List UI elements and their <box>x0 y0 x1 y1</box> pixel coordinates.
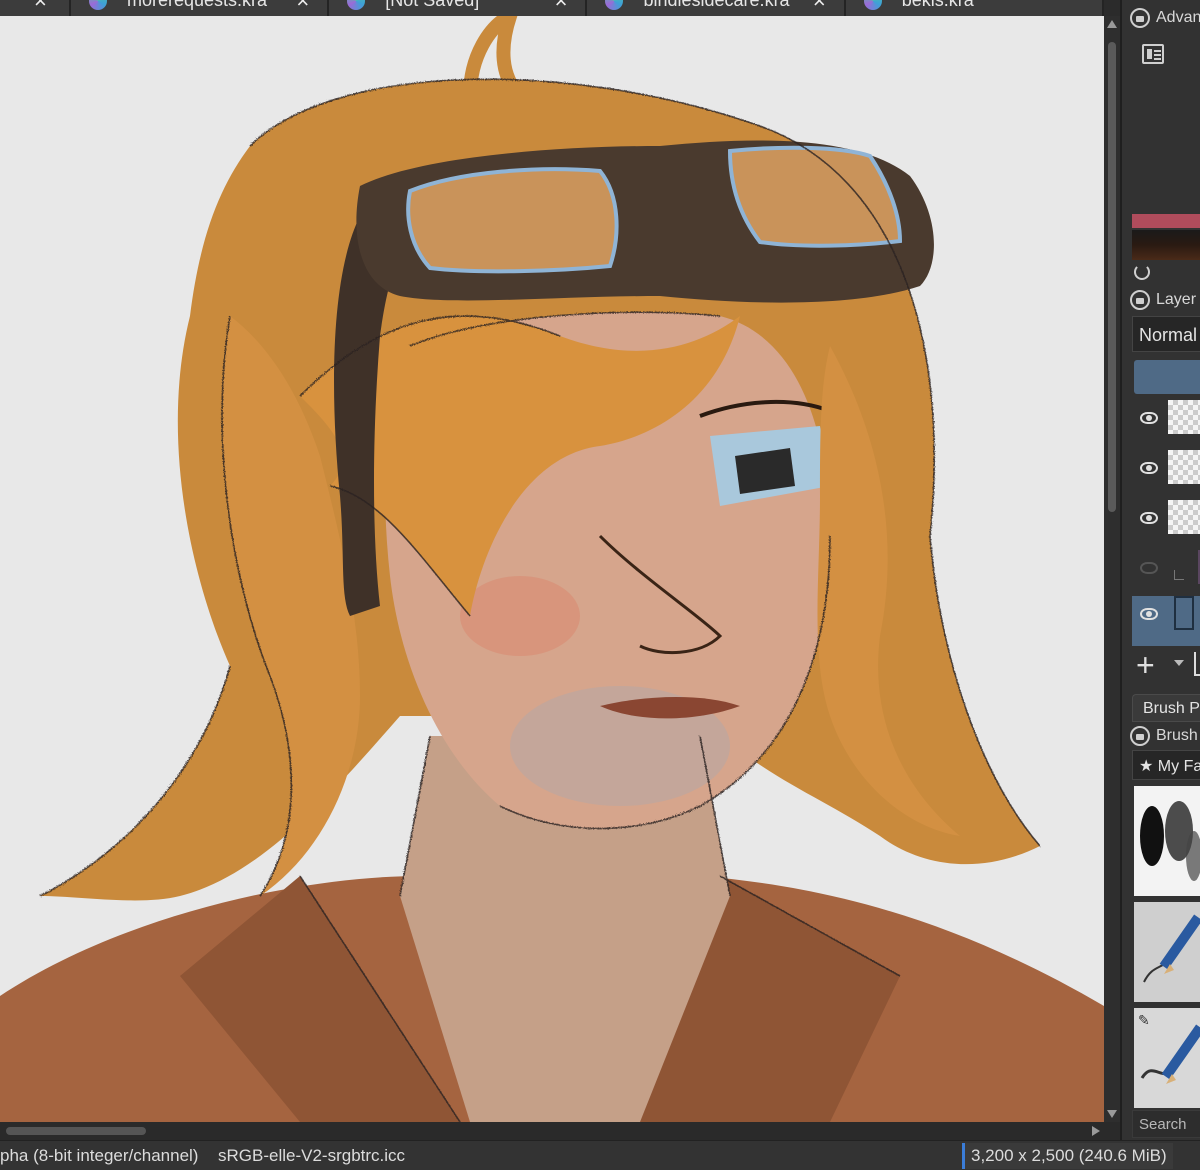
layer-thumbnail <box>1168 400 1200 434</box>
foreground-color-swatch[interactable] <box>1132 214 1200 228</box>
layer-thumbnail <box>1168 500 1200 534</box>
eye-icon[interactable] <box>1140 512 1158 524</box>
cheek-blush <box>460 576 580 656</box>
tab-label: morerequests.kra <box>126 0 268 10</box>
artwork-illustration <box>0 16 1104 1122</box>
docker-title: Layer <box>1156 291 1197 308</box>
krita-document-icon <box>88 0 107 10</box>
child-indent <box>1174 570 1184 580</box>
close-tab-icon[interactable]: × <box>296 0 309 12</box>
brush-presets-header[interactable]: Brush <box>1130 726 1198 746</box>
tab-label: [Not Saved] <box>385 0 480 10</box>
tab-label: bekis.kra <box>901 0 974 10</box>
chevron-down-icon[interactable] <box>1174 660 1184 666</box>
advanced-color-selector-header[interactable]: Advan <box>1130 8 1200 28</box>
document-tab-not-saved[interactable]: [Not Saved] × <box>329 0 588 16</box>
tag-label: My Fa <box>1157 758 1200 775</box>
docker-settings-icon[interactable] <box>1142 44 1164 64</box>
star-icon: ★ <box>1139 758 1154 775</box>
layer-item[interactable] <box>1132 500 1200 550</box>
brush-preset-tile[interactable] <box>1134 786 1200 896</box>
document-tab[interactable]: × <box>0 0 71 16</box>
brush-preset-tile[interactable]: ✎ <box>1134 1008 1200 1108</box>
add-layer-button[interactable]: + <box>1136 649 1155 681</box>
layers-docker-header[interactable]: Layer <box>1130 290 1196 310</box>
document-tab-morerequests[interactable]: morerequests.kra × <box>70 0 330 16</box>
drawing-canvas[interactable] <box>0 16 1104 1122</box>
krita-document-icon <box>605 0 624 10</box>
duplicate-layer-icon[interactable] <box>1194 652 1200 676</box>
krita-document-icon <box>863 0 882 10</box>
layer-thumbnail <box>1174 596 1194 630</box>
krita-document-icon <box>347 0 366 10</box>
eye-icon[interactable] <box>1140 608 1158 620</box>
goggle-lens-left <box>406 167 619 274</box>
canvas-horizontal-scrollbar[interactable] <box>0 1122 1104 1140</box>
pencil-brush-preview <box>1143 914 1200 983</box>
docker-title: Advan <box>1156 9 1200 26</box>
layer-item-selected[interactable] <box>1132 596 1200 646</box>
docker-title: Brush <box>1156 727 1198 744</box>
blend-mode-select[interactable]: Normal <box>1132 316 1200 352</box>
eye-icon[interactable] <box>1140 412 1158 424</box>
brush-search-input[interactable]: Search <box>1132 1110 1200 1138</box>
opacity-slider[interactable] <box>1134 360 1200 394</box>
lock-icon[interactable] <box>1130 290 1150 310</box>
document-tab-bekis[interactable]: bekis.kra <box>845 0 1104 16</box>
layer-item[interactable] <box>1132 400 1200 450</box>
close-tab-icon[interactable]: × <box>34 0 47 12</box>
tag-select[interactable]: ★ My Fa <box>1132 750 1200 780</box>
scrollbar-thumb[interactable] <box>6 1127 146 1135</box>
canvas-vertical-scrollbar[interactable] <box>1104 16 1120 1122</box>
layer-thumbnail <box>1168 450 1200 484</box>
color-profile-label[interactable]: sRGB-elle-V2-srgbtrc.icc <box>218 1146 405 1166</box>
scroll-right-icon[interactable] <box>1092 1126 1100 1136</box>
layer-item[interactable] <box>1132 450 1200 500</box>
brush-preset-tile[interactable] <box>1134 902 1200 1002</box>
layer-item[interactable] <box>1132 550 1200 600</box>
eye-icon[interactable] <box>1140 462 1158 474</box>
right-dock-panel: Advan Layer Normal + Brush P Brush ★ My … <box>1120 0 1200 1140</box>
close-tab-icon[interactable]: × <box>813 0 826 12</box>
edit-icon: ✎ <box>1138 1012 1150 1028</box>
document-tab-bar: × morerequests.kra × [Not Saved] × bindl… <box>0 0 1104 16</box>
iris <box>735 448 795 494</box>
color-history-strip[interactable] <box>1132 230 1200 260</box>
status-bar: pha (8-bit integer/channel) sRGB-elle-V2… <box>0 1140 1200 1170</box>
brush-presets-tab[interactable]: Brush P <box>1132 694 1200 722</box>
tab-label: bindlesidecare.kra <box>643 0 790 10</box>
scroll-up-icon[interactable] <box>1107 20 1117 28</box>
ink-brush-preview <box>1140 801 1200 881</box>
color-model-label: pha (8-bit integer/channel) <box>0 1146 199 1165</box>
eye-icon[interactable] <box>1140 562 1158 574</box>
goggle-lens-right <box>727 145 903 248</box>
lock-icon[interactable] <box>1130 726 1150 746</box>
lock-icon[interactable] <box>1130 8 1150 28</box>
scrollbar-thumb[interactable] <box>1108 42 1116 512</box>
scroll-down-icon[interactable] <box>1107 1110 1117 1118</box>
scrollbar-corner <box>1104 1122 1120 1140</box>
close-tab-icon[interactable]: × <box>555 0 568 12</box>
krita-window: × morerequests.kra × [Not Saved] × bindl… <box>0 0 1200 1170</box>
image-size-label[interactable]: 3,200 x 2,500 (240.6 MiB) <box>962 1143 1173 1169</box>
refresh-icon[interactable] <box>1134 264 1150 280</box>
document-tab-bindlesidecare[interactable]: bindlesidecare.kra × <box>587 0 846 16</box>
